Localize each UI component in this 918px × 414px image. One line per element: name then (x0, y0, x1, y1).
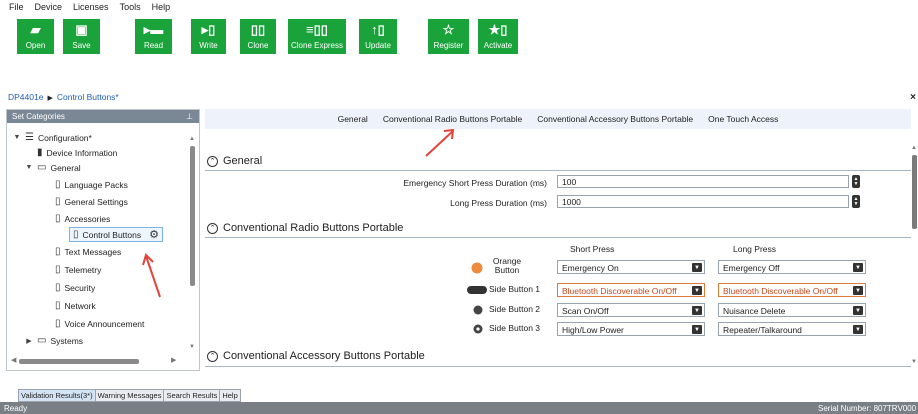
tab-conventional-accessory-buttons[interactable]: Conventional Accessory Buttons Portable (537, 114, 693, 124)
section-radio-buttons-header[interactable]: ⌃ Conventional Radio Buttons Portable (207, 222, 403, 234)
serial-number: Serial Number: 807TRV000 (818, 403, 917, 413)
side-button-2-short-press-select[interactable]: Scan On/Off ▼ (557, 303, 705, 317)
chevron-down-icon[interactable]: ▼ (692, 263, 702, 272)
section-general-header[interactable]: ⌃ General (207, 155, 262, 167)
long-press-duration-label: Long Press Duration (ms) (450, 198, 547, 208)
chevron-down-icon[interactable]: ▼ (692, 325, 702, 334)
side-button-1-short-press-select[interactable]: Bluetooth Discoverable On/Off ▼ (557, 283, 705, 297)
chevron-down-icon[interactable]: ▼ (692, 306, 702, 315)
content-vertical-scrollbar[interactable]: ▲ ▼ (911, 145, 918, 367)
side-button-3-short-press-select[interactable]: High/Low Power ▼ (557, 322, 705, 336)
side-button-1-long-press-select[interactable]: Bluetooth Discoverable On/Off ▼ (718, 283, 866, 297)
status-text: Ready (4, 403, 28, 413)
bottom-tabs: Validation Results(3*) Warning Messages … (18, 389, 241, 402)
collapse-icon[interactable]: ⌃ (207, 350, 218, 362)
tab-help[interactable]: Help (219, 389, 241, 402)
chevron-down-icon[interactable]: ▼ (853, 263, 863, 272)
spinner-icon[interactable]: ▲ ▼ (852, 195, 860, 208)
short-press-column-header: Short Press (570, 244, 615, 254)
orange-button-long-press-select[interactable]: Emergency Off ▼ (718, 260, 866, 274)
section-accessory-buttons-header[interactable]: ⌃ Conventional Accessory Buttons Portabl… (207, 350, 425, 362)
emergency-short-press-input[interactable]: 100 (557, 175, 849, 188)
side-button-1-icon (467, 286, 487, 294)
collapse-icon[interactable]: ⌃ (207, 222, 218, 234)
side-button-1-label: Side Button 1 (489, 284, 541, 294)
chevron-down-icon[interactable]: ▼ (692, 286, 702, 295)
divider (205, 366, 911, 367)
spinner-icon[interactable]: ▲ ▼ (852, 175, 860, 188)
orange-button-label: Orange Button (492, 256, 522, 275)
side-button-2-label: Side Button 2 (489, 304, 541, 314)
divider (205, 237, 911, 238)
scrollbar-thumb[interactable] (912, 155, 917, 229)
side-button-3-label: Side Button 3 (489, 323, 541, 333)
tab-search-results[interactable]: Search Results (163, 389, 221, 402)
section-tabs: General Conventional Radio Buttons Porta… (205, 109, 911, 129)
chevron-down-icon[interactable]: ▼ (853, 286, 863, 295)
divider (205, 170, 911, 171)
scroll-up-icon[interactable]: ▲ (911, 145, 917, 151)
side-button-3-long-press-select[interactable]: Repeater/Talkaround ▼ (718, 322, 866, 336)
annotation-arrow-control-buttons (142, 253, 161, 298)
side-button-3-icon (473, 324, 483, 334)
scroll-down-icon[interactable]: ▼ (911, 359, 917, 365)
side-button-2-long-press-select[interactable]: Nuisance Delete ▼ (718, 303, 866, 317)
long-press-duration-input[interactable]: 1000 (557, 195, 849, 208)
tab-warning-messages[interactable]: Warning Messages (94, 389, 165, 402)
orange-button-icon (471, 262, 483, 274)
tab-conventional-radio-buttons[interactable]: Conventional Radio Buttons Portable (383, 114, 522, 124)
collapse-icon[interactable]: ⌃ (207, 155, 218, 167)
tab-one-touch-access[interactable]: One Touch Access (708, 114, 778, 124)
tab-validation-results[interactable]: Validation Results(3*) (18, 389, 96, 402)
emergency-short-press-label: Emergency Short Press Duration (ms) (403, 178, 547, 188)
chevron-down-icon[interactable]: ▼ (853, 306, 863, 315)
long-press-column-header: Long Press (733, 244, 776, 254)
status-bar: Ready Serial Number: 807TRV000 (0, 402, 918, 414)
orange-button-short-press-select[interactable]: Emergency On ▼ (557, 260, 705, 274)
chevron-down-icon[interactable]: ▼ (853, 325, 863, 334)
side-button-2-icon (473, 305, 483, 315)
main-content: General Conventional Radio Buttons Porta… (205, 109, 918, 374)
tab-general[interactable]: General (338, 114, 368, 124)
